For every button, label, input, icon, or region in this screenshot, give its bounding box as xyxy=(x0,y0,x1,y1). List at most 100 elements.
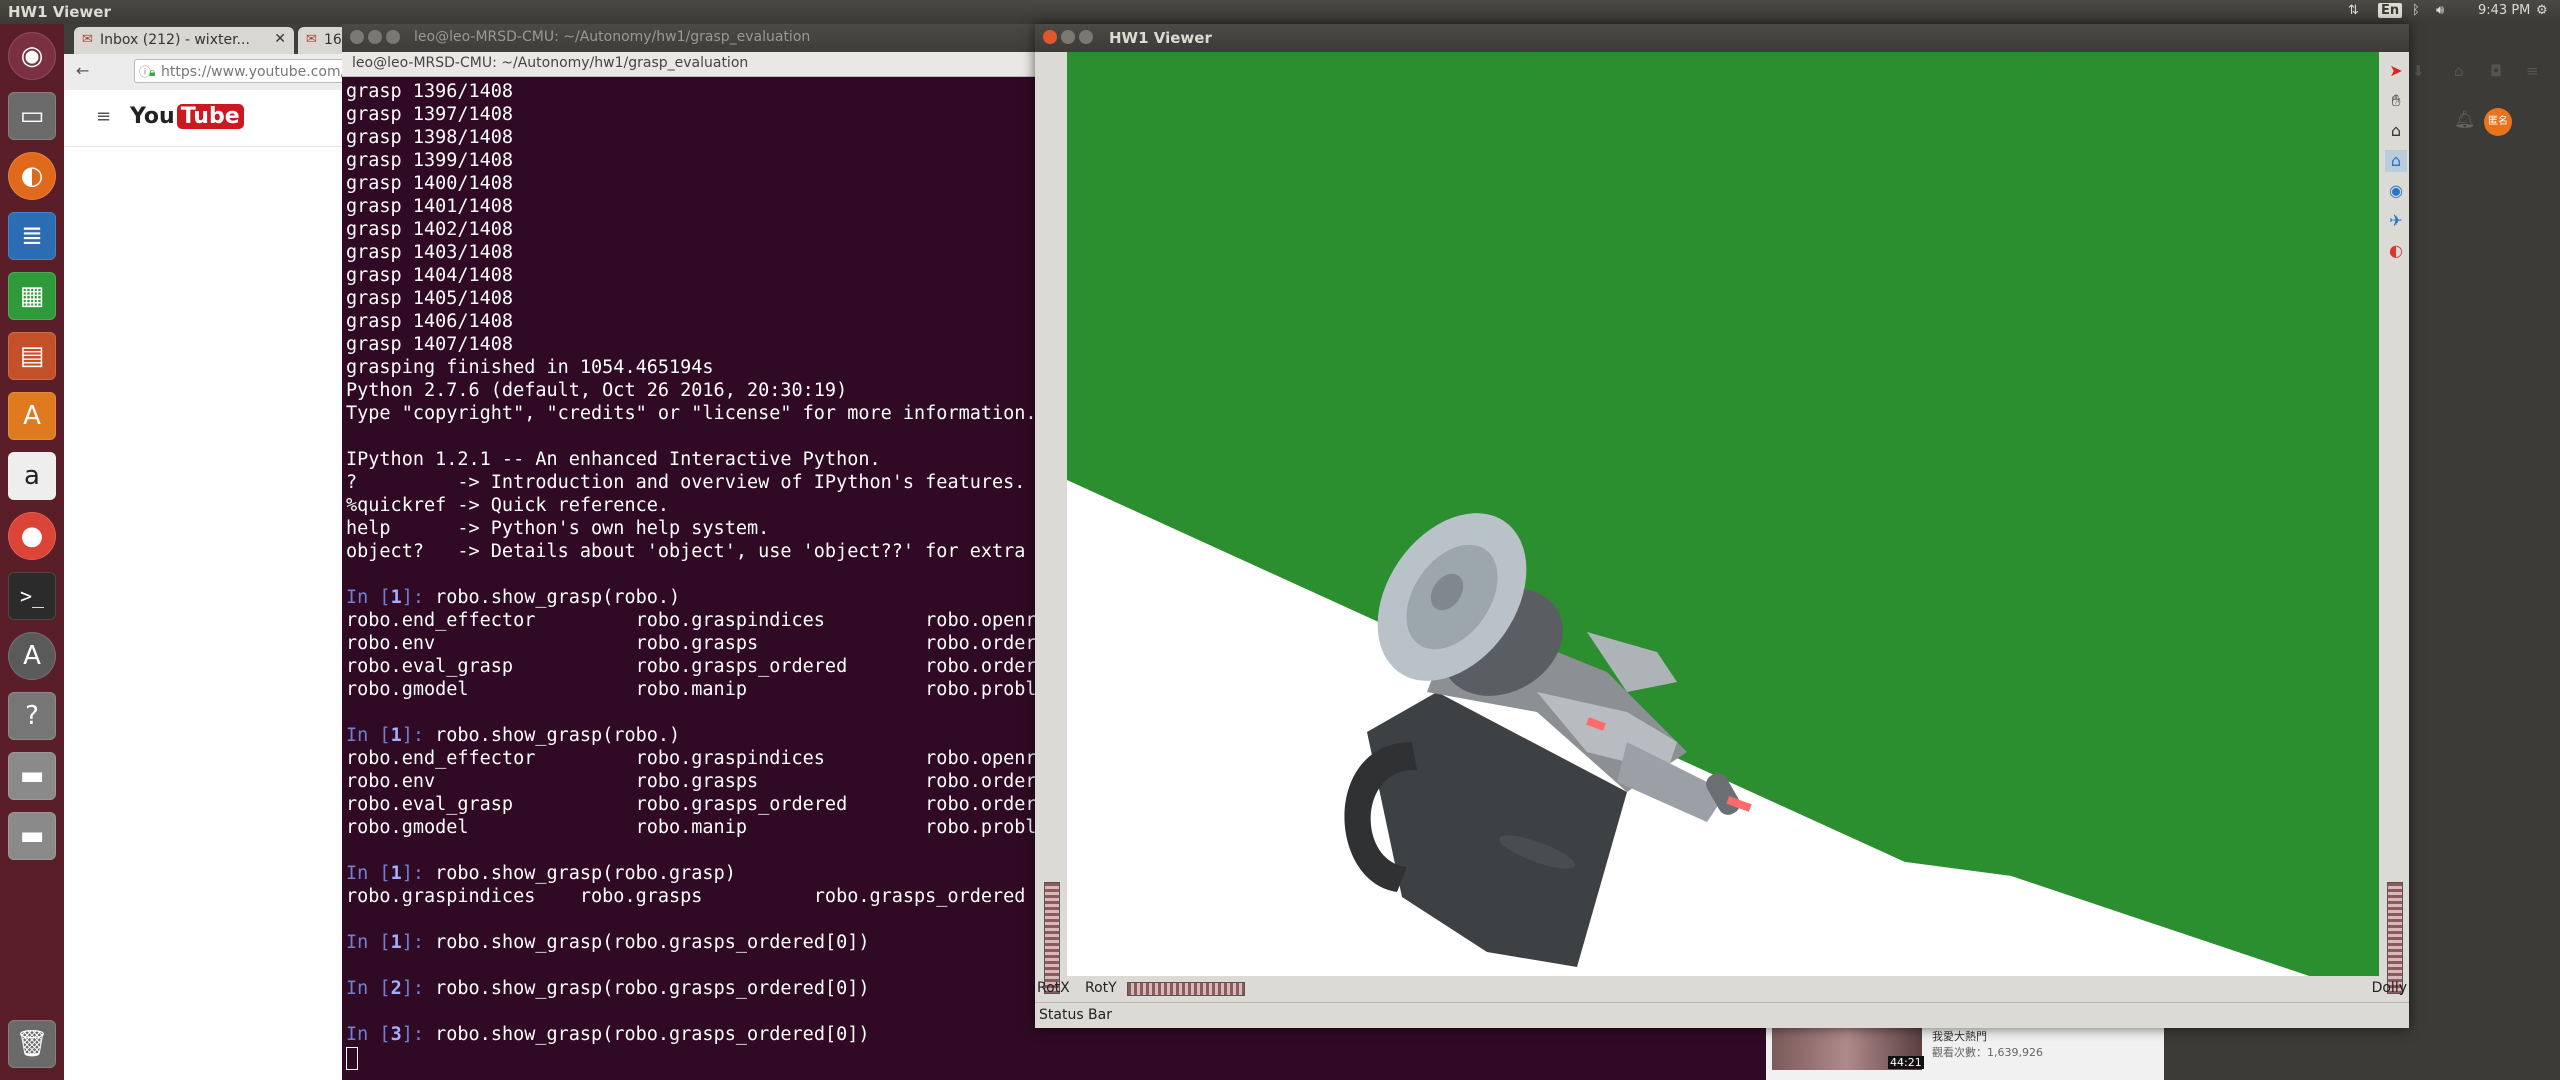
viewer-bottom-controls: RotX RotY Dolly xyxy=(1035,976,2409,1002)
set-home-icon[interactable]: ⌂ xyxy=(2385,150,2407,172)
prompt-in: In [ xyxy=(346,587,391,608)
ubuntu-dash-icon[interactable]: ◉ xyxy=(8,32,56,80)
prompt-in: In [ xyxy=(346,863,391,884)
drive-icon[interactable]: ▬ xyxy=(8,752,56,800)
avatar[interactable]: 匿名 xyxy=(2484,108,2512,136)
writer-icon[interactable]: ≣ xyxy=(8,212,56,260)
network-arrows-icon[interactable]: ⇅ xyxy=(2348,3,2359,18)
view-all-eye-icon[interactable]: ◉ xyxy=(2385,180,2407,202)
firefox-icon[interactable]: ◐ xyxy=(8,152,56,200)
hamburger-menu-icon[interactable]: ≡ xyxy=(2526,62,2539,80)
3d-scene-view[interactable] xyxy=(1067,52,2379,976)
back-arrow-icon[interactable]: ← xyxy=(76,61,89,80)
seek-icon[interactable]: ✈ xyxy=(2385,210,2407,232)
close-icon[interactable]: ✕ xyxy=(274,31,286,47)
prompt-number: 1 xyxy=(390,587,402,608)
prompt-in: In [ xyxy=(346,725,391,746)
prompt-number: 1 xyxy=(390,725,402,746)
gmail-icon: ✉ xyxy=(306,32,317,47)
youtube-logo[interactable]: You Tube xyxy=(130,104,244,129)
prompt-close: ]: xyxy=(401,587,436,608)
terminal-cursor xyxy=(346,1046,358,1070)
prompt-close: ]: xyxy=(401,725,436,746)
prompt-in: In [ xyxy=(346,978,391,999)
command-text: robo.show_grasp(robo.) xyxy=(435,725,681,746)
close-button[interactable] xyxy=(350,30,364,44)
calc-icon[interactable]: ▦ xyxy=(8,272,56,320)
tab-label: Inbox (212) - wixter... xyxy=(100,32,250,48)
roty-label: RotY xyxy=(1085,980,1117,996)
hw1-viewer-window: HW1 Viewer ➤ ✋︎ ⌂ ⌂ ◉ ✈ ◐ RotX RotY Doll… xyxy=(1035,24,2409,1028)
software-updater-icon[interactable]: A xyxy=(8,632,56,680)
logo-text-tube: Tube xyxy=(176,104,244,129)
video-duration: 44:21 xyxy=(1888,1056,1924,1069)
impress-icon[interactable]: ▤ xyxy=(8,332,56,380)
video-title: 我愛大熱門 xyxy=(1932,1030,1987,1043)
pocket-icon[interactable]: ◘ xyxy=(2490,62,2502,80)
roty-wheel[interactable] xyxy=(1127,982,1245,996)
chrome-icon[interactable]: ● xyxy=(8,512,56,560)
top-panel: HW1 Viewer ⇅ En ᛒ 🔊︎ 9:43 PM ⚙ xyxy=(0,0,2560,24)
status-bar-text: Status Bar xyxy=(1039,1007,1113,1023)
clock[interactable]: 9:43 PM xyxy=(2478,3,2530,18)
prompt-in: In [ xyxy=(346,1024,391,1045)
lock-icon: 🔒︎ xyxy=(149,65,156,79)
prompt-close: ]: xyxy=(401,1024,436,1045)
gmail-icon: ✉ xyxy=(82,32,93,47)
logo-text-you: You xyxy=(130,104,175,129)
prompt-close: ]: xyxy=(401,978,436,999)
dolly-label: Dolly xyxy=(2371,980,2407,996)
viewer-titlebar: HW1 Viewer xyxy=(1035,24,2409,52)
trash-icon[interactable]: 🗑︎ xyxy=(8,1020,56,1068)
maximize-button[interactable] xyxy=(1079,30,1093,44)
viewer-title: HW1 Viewer xyxy=(1109,29,1212,47)
command-text: robo.show_grasp(robo.grasp) xyxy=(435,863,736,884)
bell-icon[interactable]: 🔔︎ xyxy=(2454,110,2476,130)
minimize-button[interactable] xyxy=(368,30,382,44)
download-arrow-icon[interactable]: ⬇ xyxy=(2412,62,2425,80)
prompt-number: 3 xyxy=(390,1024,402,1045)
maximize-button[interactable] xyxy=(386,30,400,44)
viewer-toolbar: ➤ ✋︎ ⌂ ⌂ ◉ ✈ ◐ xyxy=(2381,52,2409,994)
prompt-close: ]: xyxy=(401,932,436,953)
software-center-icon[interactable]: A xyxy=(8,392,56,440)
amazon-icon[interactable]: a xyxy=(8,452,56,500)
terminal-tab-title: leo@leo-MRSD-CMU: ~/Autonomy/hw1/grasp_e… xyxy=(352,55,749,71)
prompt-in: In [ xyxy=(346,932,391,953)
status-bar: Status Bar xyxy=(1035,1002,2409,1029)
minimize-button[interactable] xyxy=(1061,30,1075,44)
menu-icon[interactable]: ≡ xyxy=(96,106,111,127)
sidebar-video-item[interactable]: 44:21 我愛大熱門 觀看次數：1,639,926 xyxy=(1772,1024,2072,1074)
select-arrow-icon[interactable]: ➤ xyxy=(2385,60,2407,82)
command-text: robo.show_grasp(robo.grasps_ordered[0]) xyxy=(435,1024,870,1045)
help-icon[interactable]: ? xyxy=(8,692,56,740)
keyboard-language-indicator[interactable]: En xyxy=(2378,3,2403,18)
url-text: https://www.youtube.com/w xyxy=(161,64,357,80)
terminal-title: leo@leo-MRSD-CMU: ~/Autonomy/hw1/grasp_e… xyxy=(414,29,811,45)
active-app-title: HW1 Viewer xyxy=(8,3,111,21)
video-views: 觀看次數：1,639,926 xyxy=(1932,1046,2043,1059)
gear-icon[interactable]: ⚙ xyxy=(2536,3,2548,18)
home-icon[interactable]: ⌂ xyxy=(2454,62,2464,80)
prompt-number: 1 xyxy=(390,863,402,884)
command-text: robo.show_grasp(robo.grasps_ordered[0]) xyxy=(435,978,870,999)
terminal-line xyxy=(346,1046,1756,1070)
close-button[interactable] xyxy=(1043,30,1057,44)
rotx-label: RotX xyxy=(1037,980,1070,996)
drive-icon-2[interactable]: ▬ xyxy=(8,812,56,860)
perspective-icon[interactable]: ◐ xyxy=(2385,240,2407,262)
command-text: robo.show_grasp(robo.) xyxy=(435,587,681,608)
hand-tool-icon[interactable]: ✋︎ xyxy=(2385,90,2407,112)
viewer-left-wheel-strip xyxy=(1035,52,1067,994)
home-view-icon[interactable]: ⌂ xyxy=(2385,120,2407,142)
terminal-icon[interactable]: >_ xyxy=(8,572,56,620)
command-text: robo.show_grasp(robo.grasps_ordered[0]) xyxy=(435,932,870,953)
volume-icon[interactable]: 🔊︎ xyxy=(2436,3,2444,18)
prompt-number: 1 xyxy=(390,932,402,953)
prompt-close: ]: xyxy=(401,863,436,884)
launcher: ◉ ▭ ◐ ≣ ▦ ▤ A a ● >_ A ? ▬ ▬ 🗑︎ xyxy=(0,24,65,1080)
browser-tab-inbox[interactable]: ✉ Inbox (212) - wixter... ✕ xyxy=(74,27,294,54)
files-icon[interactable]: ▭ xyxy=(8,92,56,140)
bluetooth-icon[interactable]: ᛒ xyxy=(2412,3,2420,18)
prompt-number: 2 xyxy=(390,978,402,999)
